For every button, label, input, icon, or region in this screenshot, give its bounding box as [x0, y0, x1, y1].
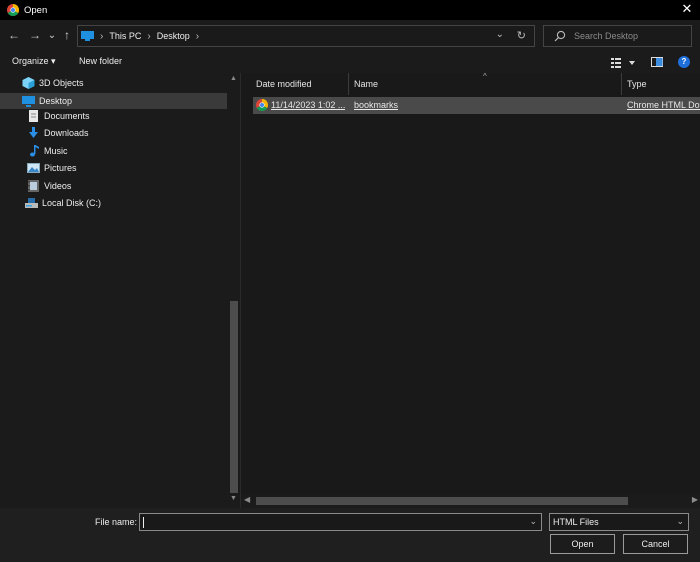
row-file-name: bookmarks [354, 100, 399, 110]
scroll-up-icon[interactable]: ▲ [230, 75, 237, 82]
sidebar-item-local-disk[interactable]: Local Disk (C:) [25, 195, 101, 211]
address-dropdown-icon[interactable]: ⌄ [496, 29, 504, 40]
column-divider[interactable] [621, 73, 622, 95]
breadcrumb-separator[interactable]: › [147, 31, 150, 42]
chrome-icon [7, 4, 19, 16]
preview-pane-icon[interactable] [651, 57, 663, 67]
chrome-icon [256, 99, 268, 111]
this-pc-icon [81, 31, 94, 41]
pictures-icon [27, 163, 40, 173]
row-file-type: Chrome HTML Do... [627, 100, 700, 110]
forward-arrow-icon[interactable]: → [27, 27, 43, 43]
back-arrow-icon[interactable]: ← [6, 27, 22, 43]
sidebar-item-label: Documents [44, 111, 90, 121]
sidebar-item-label: Music [44, 146, 68, 156]
sidebar-item-label: Downloads [44, 128, 89, 138]
navigation-pane: 3D Objects Desktop Documents Downloads M… [0, 73, 240, 508]
column-header-name[interactable]: Name [354, 73, 378, 95]
organize-button[interactable]: Organize ▾ [12, 56, 56, 67]
sidebar-item-label: Desktop [39, 96, 73, 106]
chevron-down-icon[interactable]: ⌄ [676, 516, 684, 527]
open-button[interactable]: Open [550, 534, 615, 554]
sidebar-item-label: Videos [44, 181, 72, 191]
sidebar-item-label: Local Disk (C:) [42, 198, 102, 208]
up-arrow-icon[interactable]: ↑ [59, 27, 75, 43]
title-bar: Open ✕ [0, 0, 700, 20]
refresh-icon[interactable]: ↻ [517, 29, 526, 42]
navigation-bar: ← → ⌄ ↑ › This PC › Desktop › ⌄ ↻ [0, 20, 700, 53]
videos-icon [28, 180, 39, 192]
dialog-footer: File name: ⌄ HTML Files ⌄ Open Cancel [0, 508, 700, 562]
sidebar-item-documents[interactable]: Documents [27, 108, 90, 124]
column-divider[interactable] [348, 73, 349, 95]
horizontal-scrollbar[interactable]: ◀ ▶ [241, 494, 700, 508]
file-name-input[interactable]: ⌄ [139, 513, 542, 531]
scroll-right-icon[interactable]: ▶ [692, 495, 698, 504]
window-title: Open [24, 4, 48, 16]
music-icon [30, 145, 39, 157]
sidebar-item-pictures[interactable]: Pictures [27, 160, 77, 176]
documents-icon [29, 110, 38, 122]
sort-ascending-icon: ^ [483, 72, 487, 81]
new-folder-button[interactable]: New folder [79, 56, 122, 66]
scroll-down-icon[interactable]: ▼ [230, 495, 237, 502]
scrollbar-thumb[interactable] [230, 301, 238, 493]
help-icon[interactable]: ? [678, 56, 690, 68]
view-options-icon[interactable] [611, 57, 637, 69]
sidebar-item-3d-objects[interactable]: 3D Objects [22, 75, 84, 91]
desktop-icon [22, 96, 35, 107]
file-list: Date modified Name ^ Type 11/14/2023 1:0… [240, 72, 700, 508]
sidebar-item-label: Pictures [44, 163, 77, 173]
close-icon[interactable]: ✕ [680, 2, 694, 16]
recent-locations-chevron-icon[interactable]: ⌄ [44, 27, 60, 43]
scroll-left-icon[interactable]: ◀ [244, 495, 250, 504]
breadcrumb-separator: › [100, 30, 104, 42]
address-bar[interactable]: › This PC › Desktop › ⌄ ↻ [77, 25, 535, 47]
file-name-dropdown-icon[interactable]: ⌄ [529, 516, 537, 527]
text-caret [143, 517, 144, 528]
file-name-label: File name: [95, 517, 138, 527]
row-date-modified: 11/14/2023 1:02 ... [271, 100, 345, 110]
file-type-value: HTML Files [553, 517, 599, 527]
table-row[interactable]: 11/14/2023 1:02 ... bookmarks Chrome HTM… [253, 97, 700, 114]
command-toolbar: Organize ▾ New folder ? [0, 53, 700, 73]
sidebar-item-desktop[interactable]: Desktop [22, 93, 72, 109]
breadcrumb-this-pc[interactable]: This PC [109, 31, 141, 41]
sidebar-item-label: 3D Objects [39, 78, 84, 88]
column-header-date-modified[interactable]: Date modified [256, 73, 312, 95]
search-icon [554, 30, 566, 42]
cube-icon [22, 77, 35, 89]
file-type-select[interactable]: HTML Files ⌄ [549, 513, 689, 531]
breadcrumb-desktop[interactable]: Desktop [157, 31, 190, 41]
downloads-icon [29, 127, 38, 138]
scrollbar-thumb[interactable] [256, 497, 628, 505]
sidebar-item-videos[interactable]: Videos [27, 178, 71, 194]
sidebar-item-downloads[interactable]: Downloads [27, 125, 89, 141]
disk-icon [25, 198, 38, 208]
cancel-button[interactable]: Cancel [623, 534, 688, 554]
column-header-type[interactable]: Type [627, 73, 647, 95]
breadcrumb-separator[interactable]: › [196, 31, 199, 42]
search-box[interactable] [543, 25, 692, 47]
sidebar-item-music[interactable]: Music [27, 143, 68, 159]
search-input[interactable] [574, 31, 684, 41]
sidebar-scrollbar[interactable]: ▲ ▼ [228, 73, 240, 508]
